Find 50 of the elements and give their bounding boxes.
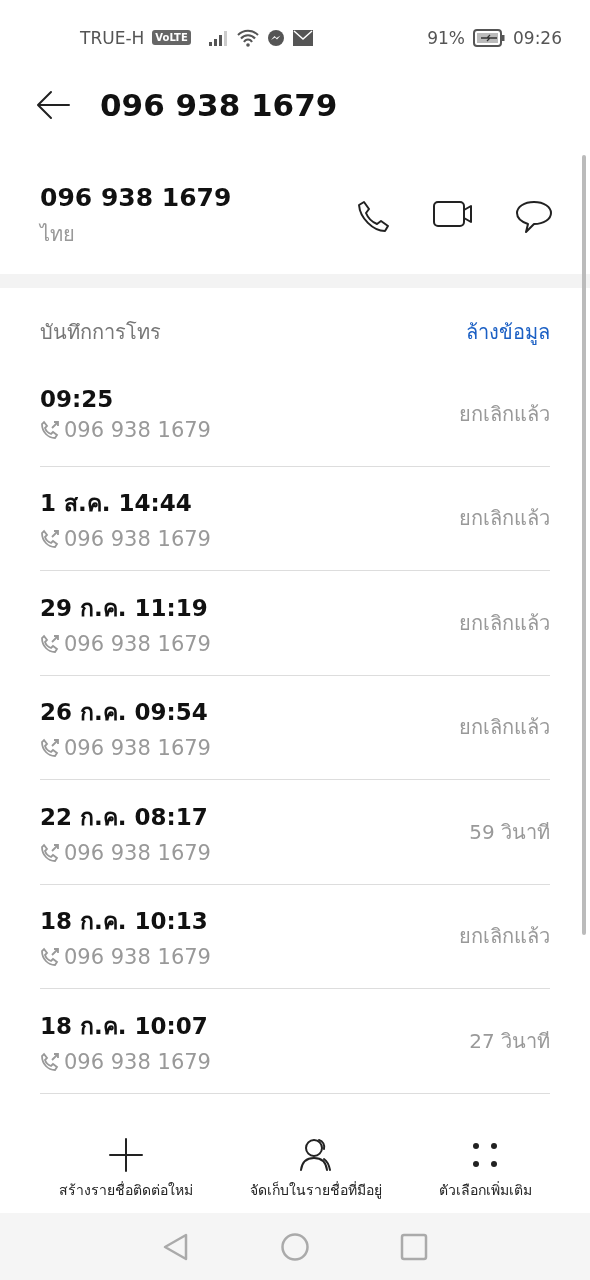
call-number: 096 938 1679: [64, 631, 211, 656]
call-time: 26 ก.ค. 09:54: [40, 698, 209, 728]
outgoing-call-icon: [40, 947, 60, 968]
call-number: 096 938 1679: [64, 417, 211, 442]
messenger-icon: [266, 28, 285, 47]
carrier-name: TRUE-H: [80, 27, 145, 48]
clock: 09:26: [513, 27, 562, 48]
battery-percent: 91%: [427, 27, 465, 48]
call-time: 09:25: [40, 385, 115, 412]
call-result: ยกเลิกแล้ว: [459, 400, 550, 428]
message-button[interactable]: [514, 198, 554, 235]
signal-icon: [208, 29, 229, 46]
call-number: 096 938 1679: [64, 840, 211, 865]
call-result: 27 วินาที: [469, 1027, 550, 1055]
mail-icon: [292, 29, 313, 46]
outgoing-call-icon: [40, 633, 60, 654]
wifi-icon: [236, 28, 259, 47]
call-number: 096 938 1679: [64, 945, 211, 970]
country-label: ไทย: [40, 221, 76, 248]
call-number: 096 938 1679: [64, 527, 211, 552]
call-result: ยกเลิกแล้ว: [459, 505, 550, 533]
action-button[interactable]: ตัวเลือกเพิ่มเติม: [432, 1136, 538, 1202]
phone-number: 096 938 1679: [40, 183, 233, 212]
call-time: 1 ส.ค. 14:44: [40, 489, 193, 519]
person-icon: [297, 1137, 334, 1173]
outgoing-call-icon: [40, 419, 60, 440]
call-result: ยกเลิกแล้ว: [459, 923, 550, 951]
call-time: 22 ก.ค. 08:17: [40, 802, 209, 832]
page-title: 096 938 1679: [100, 87, 338, 123]
call-time: 18 ก.ค. 10:13: [40, 907, 209, 937]
outgoing-call-icon: [40, 738, 60, 759]
outgoing-call-icon: [40, 1051, 60, 1072]
plus-icon: [107, 1137, 144, 1173]
call-result: ยกเลิกแล้ว: [459, 714, 550, 742]
call-result: ยกเลิกแล้ว: [459, 609, 550, 637]
outgoing-call-icon: [40, 842, 60, 863]
back-button[interactable]: [36, 90, 70, 120]
call-result: 59 วินาที: [469, 818, 550, 846]
outgoing-call-icon: [40, 529, 60, 550]
clear-link[interactable]: ล้างข้อมูล: [466, 316, 550, 348]
action-button[interactable]: สร้างรายชื่อติดต่อใหม่: [52, 1136, 199, 1202]
call-number: 096 938 1679: [64, 1049, 211, 1074]
action-button[interactable]: จัดเก็บในรายชื่อที่มีอยู่: [243, 1136, 388, 1202]
section-title: บันทึกการโทร: [40, 319, 161, 346]
call-button[interactable]: [356, 198, 392, 235]
call-time: 29 ก.ค. 11:19: [40, 593, 209, 623]
volte-badge: VoLTE: [152, 30, 191, 45]
battery-icon: [473, 28, 505, 47]
call-number: 096 938 1679: [64, 736, 211, 761]
call-time: 18 ก.ค. 10:07: [40, 1011, 209, 1041]
